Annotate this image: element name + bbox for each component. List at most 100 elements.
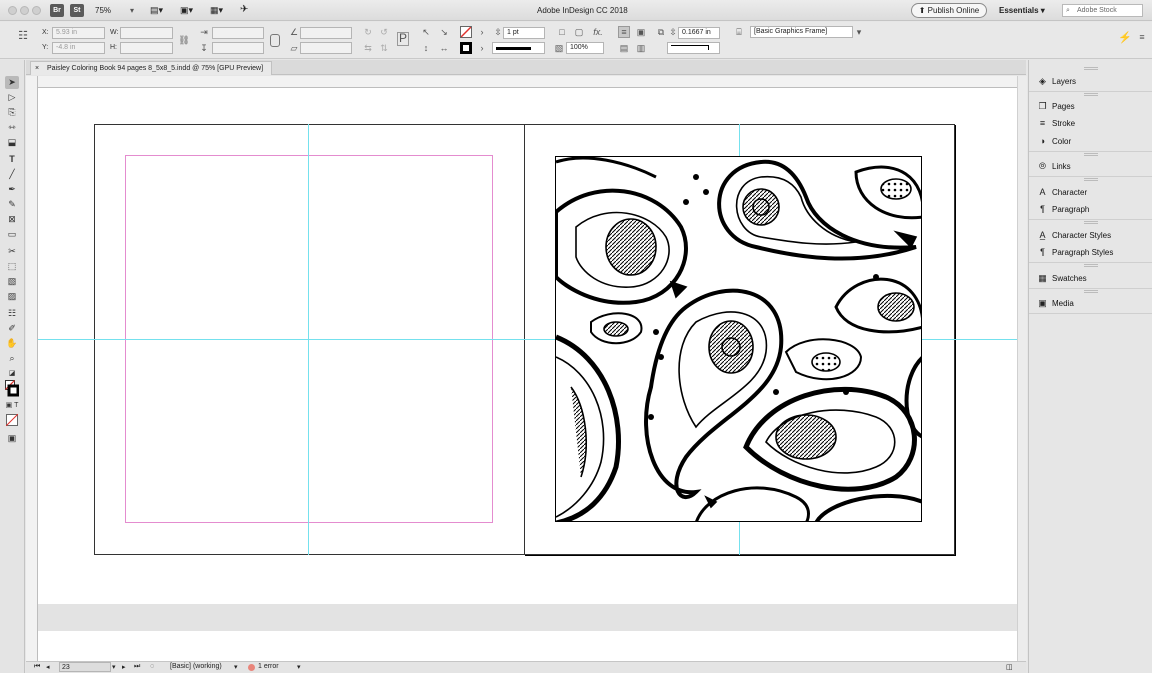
vertical-scrollbar[interactable] [1017, 76, 1027, 661]
panel-paragraph[interactable]: ¶ Paragraph [1033, 201, 1151, 217]
corner-shape-dropdown[interactable] [667, 42, 720, 54]
effects-icon[interactable]: fx. [592, 27, 604, 37]
formatting-affects-icon[interactable]: ▣ T [5, 399, 19, 412]
panel-stroke[interactable]: ≡ Stroke [1033, 115, 1151, 131]
workspace-switcher[interactable]: Essentials ▾ [999, 6, 1045, 15]
previous-page-icon[interactable]: ◂ [46, 663, 50, 671]
panel-paragraph-styles[interactable]: ¶ Paragraph Styles [1033, 244, 1151, 260]
eyedropper-tool-icon[interactable]: ✐ [5, 322, 19, 335]
direct-selection-tool-icon[interactable]: ▷ [5, 91, 19, 104]
flip-vertical-icon[interactable]: ⇅ [378, 43, 390, 53]
object-style-dropdown[interactable]: [Basic Graphics Frame] [750, 26, 853, 38]
gradient-feather-tool-icon[interactable]: ▨ [5, 290, 19, 303]
panel-group-grip[interactable] [1084, 93, 1098, 96]
split-window-icon[interactable]: ◫ [1006, 663, 1013, 671]
pencil-tool-icon[interactable]: ✎ [5, 198, 19, 211]
error-count[interactable]: 1 error [258, 663, 279, 670]
arrange-documents-icon[interactable]: ▦▾ [210, 5, 223, 16]
fill-none-swatch[interactable] [460, 26, 472, 38]
gpu-performance-icon[interactable]: ✈ [240, 4, 248, 15]
last-page-icon[interactable]: ⏭ [134, 663, 140, 671]
gradient-swatch-tool-icon[interactable]: ▧ [5, 275, 19, 288]
type-tool-icon[interactable]: T [5, 153, 19, 166]
screen-mode-icon[interactable]: ▣▾ [180, 5, 193, 16]
error-dropdown-icon[interactable]: ▾ [297, 663, 301, 671]
wrap-bbox-icon[interactable]: ▣ [635, 27, 647, 37]
x-position-field[interactable]: 5.93 in [52, 27, 105, 39]
width-field[interactable] [120, 27, 173, 39]
zoom-window-button[interactable] [32, 6, 41, 15]
flip-horizontal-icon[interactable]: ⇆ [362, 43, 374, 53]
rectangle-frame-tool-icon[interactable]: ⊠ [5, 213, 19, 226]
y-position-field[interactable]: -4.8 in [52, 42, 105, 54]
panel-character-styles[interactable]: A̲ Character Styles [1033, 227, 1151, 243]
select-content-icon[interactable]: ↘ [438, 27, 450, 37]
scale-y-field[interactable] [212, 42, 264, 54]
wrap-none-icon[interactable]: ≡ [618, 26, 630, 38]
panel-links[interactable]: ⦾ Links [1033, 158, 1151, 174]
panel-group-grip[interactable] [1084, 290, 1098, 293]
zoom-tool-icon[interactable]: ⌕ [5, 352, 19, 365]
preflight-profile-dropdown-icon[interactable]: ▾ [234, 663, 238, 671]
paisley-graphic-frame[interactable] [555, 156, 922, 522]
stroke-weight-field[interactable]: 1 pt [503, 27, 545, 39]
vertical-ruler[interactable] [26, 76, 38, 661]
fill-dropdown-icon[interactable]: › [476, 27, 488, 37]
shear-field[interactable] [300, 42, 352, 54]
height-field[interactable] [120, 42, 173, 54]
rotate-cw-icon[interactable]: ↻ [362, 27, 374, 37]
select-next-icon[interactable]: ↔ [438, 43, 450, 53]
scale-x-field[interactable] [212, 27, 264, 39]
document-tab[interactable]: × Paisley Coloring Book 94 pages 8_5x8_5… [30, 61, 273, 75]
page-tool-icon[interactable]: ⎘ [5, 106, 19, 119]
zoom-level[interactable]: 75% [95, 6, 111, 15]
panel-swatches[interactable]: ▦ Swatches [1033, 270, 1151, 286]
control-panel-menu-icon[interactable]: ≡ [1136, 32, 1148, 42]
stock-button[interactable]: St [70, 4, 84, 17]
panel-color[interactable]: ◑ Color [1033, 133, 1151, 149]
publish-online-button[interactable]: ⬆ Publish Online [911, 3, 987, 18]
selection-tool-icon[interactable]: ➤ [5, 76, 19, 89]
reference-point-icon[interactable]: ☷ [17, 31, 29, 42]
fill-stroke-proxy-icon[interactable] [5, 380, 20, 398]
default-fill-stroke-icon[interactable]: ◪ ⇄ [5, 367, 19, 390]
panel-pages[interactable]: ❐ Pages [1033, 98, 1151, 114]
screen-mode-tool-icon[interactable]: ▣ [5, 432, 19, 445]
hand-tool-icon[interactable]: ✋ [5, 337, 19, 350]
path-icon[interactable]: P [397, 32, 409, 46]
panel-group-grip[interactable] [1084, 178, 1098, 181]
view-options-icon[interactable]: ▤▾ [150, 5, 163, 16]
select-previous-icon[interactable]: ↕ [420, 43, 432, 53]
frame-icon[interactable]: ▢ [573, 27, 585, 37]
horizontal-ruler[interactable] [38, 76, 1017, 88]
wrap-jump-icon[interactable]: ▥ [635, 43, 647, 53]
stroke-swatch[interactable] [460, 42, 472, 54]
panel-group-grip[interactable] [1084, 221, 1098, 224]
constrain-scale-icon[interactable] [270, 34, 280, 47]
rotation-field[interactable] [300, 27, 352, 39]
panel-group-grip[interactable] [1084, 264, 1098, 267]
free-transform-tool-icon[interactable]: ⬚ [5, 260, 19, 273]
pen-tool-icon[interactable]: ✒ [5, 183, 19, 196]
drop-shadow-icon[interactable]: □ [556, 27, 568, 37]
panel-group-grip[interactable] [1084, 67, 1098, 70]
offset-field[interactable]: 0.1667 in [678, 27, 720, 39]
page-dropdown-icon[interactable]: ▾ [112, 663, 116, 671]
adobe-stock-search[interactable]: ⌕ Adobe Stock [1062, 4, 1143, 17]
close-tab-icon[interactable]: × [35, 62, 39, 75]
close-window-button[interactable] [8, 6, 17, 15]
rotate-ccw-icon[interactable]: ↺ [378, 27, 390, 37]
stroke-type-dropdown[interactable] [492, 42, 545, 54]
page-number-field[interactable]: 23 [59, 662, 111, 672]
constrain-proportions-icon[interactable]: ⛓ [178, 35, 190, 45]
minimize-window-button[interactable] [20, 6, 29, 15]
note-tool-icon[interactable]: ☷ [5, 307, 19, 320]
bridge-button[interactable]: Br [50, 4, 64, 17]
content-collector-icon[interactable]: ⬓ [5, 136, 19, 149]
panel-character[interactable]: A Character [1033, 184, 1151, 200]
gap-tool-icon[interactable]: ⇿ [5, 121, 19, 134]
stroke-dropdown-icon[interactable]: › [476, 43, 488, 53]
select-container-icon[interactable]: ↖ [420, 27, 432, 37]
object-style-chevron-icon[interactable]: ▾ [853, 27, 865, 37]
first-page-icon[interactable]: ⏮ [34, 663, 40, 671]
